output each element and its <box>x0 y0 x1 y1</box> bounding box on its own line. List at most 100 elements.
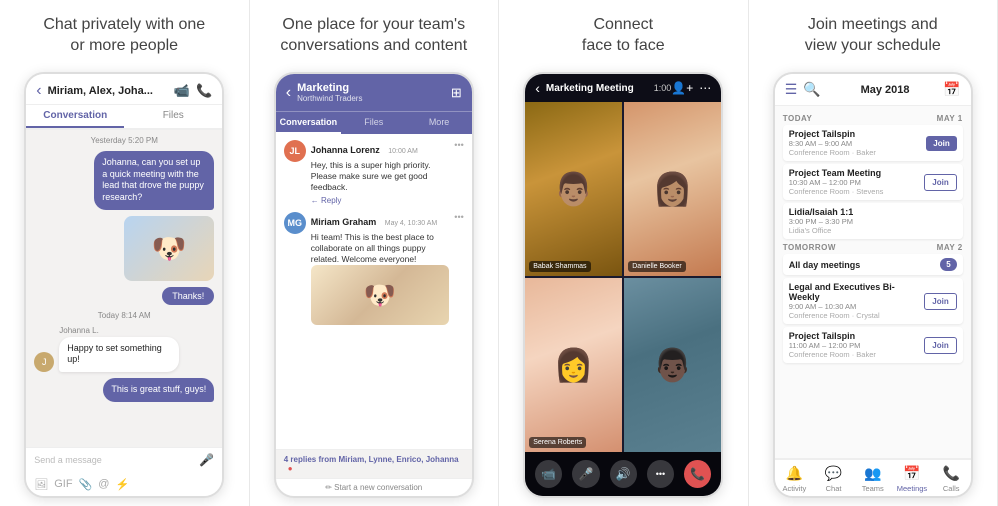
nav-calls-label: Calls <box>943 484 960 493</box>
attach-icon[interactable]: 📎 <box>79 478 93 491</box>
video-back-icon[interactable]: ‹ <box>535 80 540 96</box>
event5-name: Project Tailspin <box>789 331 925 341</box>
event2-name: Project Team Meeting <box>789 168 925 178</box>
panel1-title: Chat privately with one or more people <box>43 12 205 60</box>
reply-btn-1[interactable]: ← Reply <box>311 196 450 205</box>
calendar-nav: 🔔 Activity 💬 Chat 👥 Teams 📅 Meetings 📞 C… <box>775 458 971 496</box>
phone-frame-chat: ‹ Miriam, Alex, Joha... 📹 📞 Conversation… <box>24 72 224 498</box>
end-call-btn[interactable]: 📞 <box>684 460 711 488</box>
event2-room: Conference Room · Stevens <box>789 187 925 196</box>
channel-tabs: Conversation Files More <box>276 111 472 134</box>
menu-icon[interactable]: ☰ <box>785 81 798 98</box>
channel-back-icon[interactable]: ‹ <box>286 84 291 102</box>
nav-meetings[interactable]: 📅 Meetings <box>892 465 931 493</box>
nav-activity[interactable]: 🔔 Activity <box>775 465 814 493</box>
panel-channel: One place for your team's conversations … <box>250 0 500 506</box>
mention-icon[interactable]: @ <box>98 478 109 491</box>
msg1-name: Johanna Lorenz <box>311 145 380 155</box>
chat-footer-icons: 🖼 GIF 📎 @ ⚡ <box>26 475 222 496</box>
video-more-icon[interactable]: ⋯ <box>699 81 711 95</box>
video-icon[interactable]: 📹 <box>174 83 190 99</box>
avatar-johanna-l: JL <box>284 140 306 162</box>
msg2-content: Miriam Graham May 4, 10:30 AM Hi team! T… <box>311 212 450 325</box>
panel-calendar: Join meetings and view your schedule ☰ 🔍… <box>749 0 998 506</box>
channel-action-icon[interactable]: ⊞ <box>451 85 462 101</box>
msg2-name: Miriam Graham <box>311 217 377 227</box>
nav-chat[interactable]: 💬 Chat <box>814 465 853 493</box>
bubble-row-final: This is great stuff, guys! <box>34 378 214 402</box>
tab-files[interactable]: Files <box>124 105 222 128</box>
event-tailspin-1: Project Tailspin 8:30 AM – 9:00 AM Confe… <box>783 125 963 161</box>
channel-sub: Northwind Traders <box>297 94 451 103</box>
sticker-icon[interactable]: ⚡ <box>115 478 129 491</box>
video-frame: ‹ Marketing Meeting 1:00 👤+ ⋯ 👨🏽 Babak S… <box>525 74 721 496</box>
replies-indicator: ● <box>288 464 293 473</box>
video-toggle-btn[interactable]: 📹 <box>535 460 562 488</box>
channel-tab-files[interactable]: Files <box>341 112 406 134</box>
panel2-title: One place for your team's conversations … <box>258 12 491 60</box>
call-icon[interactable]: 📞 <box>196 83 212 99</box>
panel-video: Connect face to face ‹ Marketing Meeting… <box>499 0 749 506</box>
msg2-time: May 4, 10:30 AM <box>385 220 438 227</box>
person4-face: 👨🏿 <box>653 346 693 384</box>
allday-meetings: All day meetings 5 <box>783 254 963 275</box>
speaker-btn[interactable]: 🔊 <box>610 460 637 488</box>
may1-label: MAY 1 <box>937 114 963 123</box>
nav-calls[interactable]: 📞 Calls <box>932 465 971 493</box>
join-btn-3[interactable]: Join <box>924 293 956 310</box>
video-tile-2: 👩🏽 Danielle Booker <box>624 102 721 276</box>
msg2-more-icon[interactable]: ••• <box>454 212 463 325</box>
avatar-miriam: MG <box>284 212 306 234</box>
header-icons: 📹 📞 <box>174 83 212 99</box>
channel-tab-more[interactable]: More <box>406 112 471 134</box>
bubble-row-thanks: Thanks! <box>34 287 214 305</box>
back-icon[interactable]: ‹ <box>36 82 41 100</box>
event4-name: Legal and Executives Bi-Weekly <box>789 282 925 302</box>
msg2-text: Hi team! This is the best place to colla… <box>311 232 450 265</box>
date-label-2: Today 8:14 AM <box>34 311 214 320</box>
video-header-icons: 👤+ ⋯ <box>671 81 711 95</box>
nav-meetings-label: Meetings <box>897 484 927 493</box>
tab-conversation[interactable]: Conversation <box>26 105 124 128</box>
event5-room: Conference Room · Baker <box>789 350 925 359</box>
allday-count: 5 <box>940 258 956 271</box>
video-header: ‹ Marketing Meeting 1:00 👤+ ⋯ <box>525 74 721 102</box>
dog-image: 🐶 <box>124 216 214 281</box>
new-conversation-btn[interactable]: ✏ Start a new conversation <box>276 478 472 496</box>
video-controls: 📹 🎤 🔊 ••• 📞 <box>525 452 721 496</box>
mic-icon[interactable]: 🎤 <box>199 453 214 467</box>
channel-footer-replies[interactable]: 4 replies from Miriam, Lynne, Enrico, Jo… <box>276 449 472 478</box>
more-controls-btn[interactable]: ••• <box>647 460 674 488</box>
image-icon[interactable]: 🖼 <box>34 478 48 491</box>
nav-teams-label: Teams <box>862 484 884 493</box>
event-lidia: Lidia/Isaiah 1:1 3:00 PM – 3:30 PM Lidia… <box>783 203 963 239</box>
event3-time: 3:00 PM – 3:30 PM <box>789 217 957 226</box>
date-label-1: Yesterday 5:20 PM <box>34 136 214 145</box>
nav-teams[interactable]: 👥 Teams <box>853 465 892 493</box>
join-btn-4[interactable]: Join <box>924 337 956 354</box>
participant3-name: Serena Roberts <box>529 437 586 448</box>
video-add-icon[interactable]: 👤+ <box>671 81 693 95</box>
bubble-thanks: Thanks! <box>162 287 214 305</box>
replies-label: 4 replies from Miriam, Lynne, Enrico, Jo… <box>284 455 459 464</box>
msg1-more-icon[interactable]: ••• <box>454 140 463 205</box>
join-btn-2[interactable]: Join <box>924 174 956 191</box>
phone-frame-channel: ‹ Marketing Northwind Traders ⊞ Conversa… <box>274 72 474 498</box>
mic-toggle-btn[interactable]: 🎤 <box>572 460 599 488</box>
join-btn-1[interactable]: Join <box>926 136 956 151</box>
video-tile-1: 👨🏽 Babak Shammas <box>525 102 622 276</box>
msg1-text: Hey, this is a super high priority. Plea… <box>311 160 450 193</box>
bubble-row-1: Johanna, can you set up a quick meeting … <box>34 151 214 210</box>
search-icon[interactable]: 🔍 <box>803 81 820 98</box>
chat-tabs: Conversation Files <box>26 105 222 130</box>
calendar-view-icon[interactable]: 📅 <box>943 81 960 98</box>
channel-header: ‹ Marketing Northwind Traders ⊞ <box>276 74 472 111</box>
gif-icon[interactable]: GIF <box>54 478 72 491</box>
message-2: MG Miriam Graham May 4, 10:30 AM Hi team… <box>284 212 464 325</box>
event5-info: Project Tailspin 11:00 AM – 12:00 PM Con… <box>789 331 925 359</box>
panel4-title: Join meetings and view your schedule <box>805 12 941 60</box>
video-grid: 👨🏽 Babak Shammas 👩🏽 Danielle Booker 👩 Se… <box>525 102 721 452</box>
channel-tab-conversation[interactable]: Conversation <box>276 112 341 134</box>
chat-icon: 💬 <box>825 465 842 482</box>
nav-chat-label: Chat <box>826 484 842 493</box>
